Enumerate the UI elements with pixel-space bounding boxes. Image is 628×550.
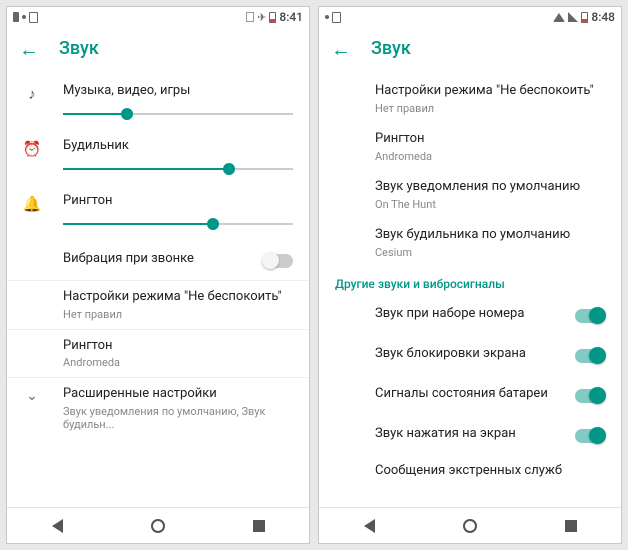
ringtone-sub: Andromeda: [63, 356, 293, 369]
alarm-volume-slider[interactable]: [63, 161, 293, 177]
alarm-clock-icon: ⏰: [23, 140, 42, 158]
advanced-sub: Звук уведомления по умолчанию, Звук буди…: [63, 405, 293, 431]
status-bar: 8:48: [319, 7, 621, 27]
battery-sounds-switch[interactable]: [575, 389, 605, 403]
ring-volume-slider[interactable]: [63, 216, 293, 232]
emergency-broadcasts-row[interactable]: Сообщения экстренных служб: [319, 455, 621, 495]
dialpad-tones-row[interactable]: Звук при наборе номера: [319, 295, 621, 335]
screen-lock-sound-row[interactable]: Звук блокировки экрана: [319, 335, 621, 375]
dnd-sub: Нет правил: [63, 308, 293, 321]
ring-volume-label: Рингтон: [63, 193, 293, 210]
back-button[interactable]: ←: [331, 39, 351, 59]
touch-sounds-switch[interactable]: [575, 429, 605, 443]
alarm-sound-label: Звук будильника по умолчанию: [375, 227, 605, 244]
content: ♪ Музыка, видео, игры ⏰ Будильник 🔔 Ринг: [7, 71, 309, 507]
status-icon: [325, 15, 329, 19]
nav-recent-button[interactable]: [562, 517, 580, 535]
advanced-label: Расширенные настройки: [63, 386, 293, 403]
bell-icon: 🔔: [23, 195, 42, 213]
media-volume-slider[interactable]: [63, 106, 293, 122]
nav-back-button[interactable]: [48, 517, 66, 535]
screen-lock-sound-switch[interactable]: [575, 349, 605, 363]
media-volume-row: ♪ Музыка, видео, игры: [7, 75, 309, 130]
vibrate-on-ring-switch[interactable]: [263, 254, 293, 268]
notification-sound-label: Звук уведомления по умолчанию: [375, 179, 605, 196]
sd-card-icon: [332, 12, 341, 23]
app-bar: ← Звук: [7, 27, 309, 71]
vibrate-on-ring-row[interactable]: Вибрация при звонке: [7, 240, 309, 280]
advanced-row[interactable]: ⌄ Расширенные настройки Звук уведомления…: [7, 378, 309, 439]
battery-sounds-row[interactable]: Сигналы состояния батареи: [319, 375, 621, 415]
clock: 8:48: [591, 10, 615, 24]
dnd-row[interactable]: Настройки режима "Не беспокоить" Нет пра…: [319, 75, 621, 123]
media-volume-label: Музыка, видео, игры: [63, 83, 293, 100]
alarm-sound-sub: Cesium: [375, 246, 605, 259]
notification-sound-sub: On The Hunt: [375, 198, 605, 211]
wifi-icon: [553, 13, 565, 22]
signal-icon: [568, 12, 578, 22]
nav-back-button[interactable]: [360, 517, 378, 535]
sd-card-icon: [29, 12, 38, 23]
alarm-volume-label: Будильник: [63, 138, 293, 155]
ringtone-row[interactable]: Рингтон Andromeda: [319, 123, 621, 171]
dnd-label: Настройки режима "Не беспокоить": [375, 83, 605, 100]
dnd-label: Настройки режима "Не беспокоить": [63, 289, 293, 306]
nav-home-button[interactable]: [149, 517, 167, 535]
ring-volume-row: 🔔 Рингтон: [7, 185, 309, 240]
dialpad-tones-switch[interactable]: [575, 309, 605, 323]
nav-bar: [319, 507, 621, 543]
clock: 8:41: [279, 10, 303, 24]
nav-bar: [7, 507, 309, 543]
ringtone-sub: Andromeda: [375, 150, 605, 163]
ringtone-label: Рингтон: [375, 131, 605, 148]
section-other-sounds: Другие звуки и вибросигналы: [319, 267, 621, 295]
ringtone-row[interactable]: Рингтон Andromeda: [7, 330, 309, 378]
page-title: Звук: [371, 38, 411, 59]
notification-sound-row[interactable]: Звук уведомления по умолчанию On The Hun…: [319, 171, 621, 219]
touch-sounds-label: Звук нажатия на экран: [375, 426, 557, 443]
alarm-sound-row[interactable]: Звук будильника по умолчанию Cesium: [319, 219, 621, 267]
no-sim-icon: [246, 12, 254, 22]
battery-sounds-label: Сигналы состояния батареи: [375, 386, 557, 403]
alarm-volume-row: ⏰ Будильник: [7, 130, 309, 185]
status-icon: [13, 12, 19, 22]
ringtone-label: Рингтон: [63, 338, 293, 355]
nav-home-button[interactable]: [461, 517, 479, 535]
dialpad-tones-label: Звук при наборе номера: [375, 306, 557, 323]
nav-recent-button[interactable]: [250, 517, 268, 535]
battery-icon: [269, 12, 276, 23]
touch-sounds-row[interactable]: Звук нажатия на экран: [319, 415, 621, 455]
status-icon: [22, 15, 26, 19]
screen-lock-sound-label: Звук блокировки экрана: [375, 346, 557, 363]
vibrate-on-ring-label: Вибрация при звонке: [63, 251, 245, 268]
airplane-icon: ✈: [257, 11, 266, 24]
dnd-row[interactable]: Настройки режима "Не беспокоить" Нет пра…: [7, 281, 309, 329]
page-title: Звук: [59, 38, 99, 59]
battery-icon: [581, 12, 588, 23]
chevron-down-icon: ⌄: [26, 388, 38, 404]
phone-right: 8:48 ← Звук Настройки режима "Не беспоко…: [318, 6, 622, 544]
emergency-broadcasts-label: Сообщения экстренных служб: [375, 463, 605, 480]
phone-left: ✈ 8:41 ← Звук ♪ Музыка, видео, игры ⏰ Бу…: [6, 6, 310, 544]
status-bar: ✈ 8:41: [7, 7, 309, 27]
dnd-sub: Нет правил: [375, 102, 605, 115]
back-button[interactable]: ←: [19, 39, 39, 59]
music-note-icon: ♪: [28, 85, 36, 103]
content: Настройки режима "Не беспокоить" Нет пра…: [319, 71, 621, 507]
app-bar: ← Звук: [319, 27, 621, 71]
